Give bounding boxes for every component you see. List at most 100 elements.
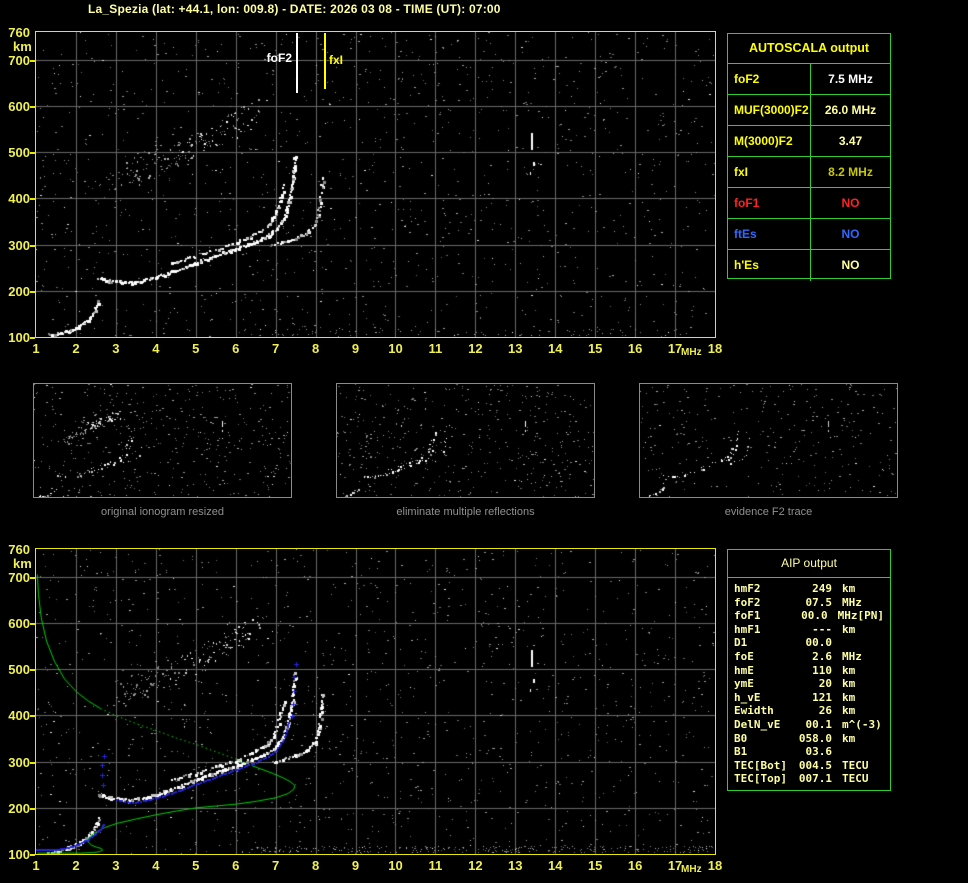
aip-row-hmf2: hmF2 249 km xyxy=(734,582,886,596)
aip-note xyxy=(884,650,886,664)
autoscala-row-hes: h'Es NO xyxy=(728,250,890,281)
bottom-ionogram-canvas xyxy=(36,549,715,854)
y-tick-label: 300 xyxy=(8,237,30,253)
x-tick-label: 10 xyxy=(388,858,403,873)
parameter-value: 3.47 xyxy=(838,134,863,148)
y-axis-tick-mark xyxy=(30,105,35,108)
aip-row-tectop: TEC[Top] 007.1 TECU xyxy=(734,772,886,786)
autoscala-table-title: AUTOSCALA output xyxy=(728,34,890,64)
y-tick-label: 400 xyxy=(8,708,30,724)
aip-row-hve: h_vE 121 km xyxy=(734,691,886,705)
parameter-label: fxI xyxy=(728,157,811,187)
y-axis-tick-mark xyxy=(30,622,35,625)
aip-note xyxy=(884,704,886,718)
autoscala-row-ftes: ftEs NO xyxy=(728,219,890,250)
y-axis-tick-mark xyxy=(30,244,35,247)
thumbnail-eliminate-reflections xyxy=(336,383,595,498)
y-tick-label: 400 xyxy=(8,191,30,207)
aip-note xyxy=(884,732,886,746)
bottom-ionogram-plot-with-profile xyxy=(35,548,716,855)
parameter-value: 7.5 MHz xyxy=(828,72,873,86)
x-tick-label: 7 xyxy=(272,858,280,873)
x-tick-label: 6 xyxy=(232,341,240,356)
aip-val: 121 xyxy=(812,690,832,704)
aip-unit: km xyxy=(842,704,856,718)
y-tick-label: 100 xyxy=(8,847,30,862)
x-axis-unit-label: MHz xyxy=(681,864,702,875)
aip-name: Ewidth xyxy=(734,704,774,718)
parameter-label: foF2 xyxy=(728,64,811,94)
aip-name: B1 xyxy=(734,745,748,759)
aip-val: 00.0 xyxy=(805,636,833,650)
y-tick-label: 760 xyxy=(8,25,30,40)
autoscala-row-fof2: foF2 7.5 MHz xyxy=(728,64,890,95)
y-tick-label: 100 xyxy=(8,330,30,345)
y-axis-tick-mark xyxy=(30,290,35,293)
aip-val: 03.6 xyxy=(805,745,833,759)
aip-note: [PN] xyxy=(857,609,885,623)
aip-val: 00.0 xyxy=(801,609,828,623)
autoscala-table: AUTOSCALA output foF2 7.5 MHz MUF(3000)F2 2… xyxy=(727,33,891,281)
x-tick-label: 15 xyxy=(587,858,603,873)
aip-name: foF1 xyxy=(734,609,761,623)
y-axis-tick-mark xyxy=(30,59,35,62)
thumbnail-evidence-canvas xyxy=(640,384,897,497)
y-axis-tick-mark xyxy=(30,337,35,339)
thumbnail-original-canvas xyxy=(34,384,291,497)
y-tick-label: 200 xyxy=(8,800,30,816)
x-tick-label: 4 xyxy=(152,341,160,356)
x-tick-label: 7 xyxy=(272,341,280,356)
x-tick-label: 5 xyxy=(192,858,200,873)
autoscala-table-rows: foF2 7.5 MHz MUF(3000)F2 26.0 MHz M(3000)F2 3… xyxy=(728,64,890,281)
autoscala-row-fof1: foF1 NO xyxy=(728,188,890,219)
x-tick-label: 6 xyxy=(232,858,240,873)
aip-row-b0: B0 058.0 km xyxy=(734,732,886,746)
foF2-marker-line xyxy=(296,33,298,93)
aip-val: 2.6 xyxy=(812,649,832,663)
x-tick-label: 13 xyxy=(508,858,523,873)
parameter-label: M(3000)F2 xyxy=(728,126,811,156)
x-tick-label: 18 xyxy=(707,858,723,873)
aip-unit: TECU xyxy=(842,772,869,786)
x-tick-label: 8 xyxy=(311,858,320,873)
y-tick-label: 300 xyxy=(8,754,30,770)
aip-name: DelN_vE xyxy=(734,717,781,731)
aip-name: h_vE xyxy=(734,690,761,704)
aip-row-fof1: foF1 00.0 MHz [PN] xyxy=(734,609,886,623)
parameter-label: ftEs xyxy=(728,219,811,249)
y-axis-tick-mark xyxy=(30,576,35,579)
y-axis-tick-mark xyxy=(30,198,35,201)
aip-note xyxy=(884,718,886,732)
aip-name: hmE xyxy=(734,663,754,677)
aip-val: 00.1 xyxy=(805,717,833,731)
y-tick-label: 700 xyxy=(8,52,30,68)
aip-unit: TECU xyxy=(842,758,869,772)
aip-note xyxy=(884,623,886,637)
aip-name: B0 xyxy=(734,731,748,745)
aip-row-d1: D1 00.0 xyxy=(734,636,886,650)
aip-val: 20 xyxy=(818,677,832,691)
aip-note xyxy=(884,636,886,650)
aip-note xyxy=(884,691,886,705)
aip-row-fof2: foF2 07.5 MHz xyxy=(734,596,886,610)
parameter-value: NO xyxy=(841,258,860,272)
aip-unit: MHz xyxy=(837,609,858,623)
x-tick-label: 9 xyxy=(351,858,360,873)
y-axis-tick-mark xyxy=(30,152,35,155)
x-tick-label: 9 xyxy=(351,341,360,356)
parameter-value: NO xyxy=(841,227,860,241)
y-tick-label: 700 xyxy=(8,569,30,585)
aip-row-foe: foE 2.6 MHz xyxy=(734,650,886,664)
aip-note xyxy=(884,596,886,610)
y-axis-tick-mark xyxy=(30,854,35,856)
aip-row-hmf1: hmF1 --- km xyxy=(734,623,886,637)
aip-unit: km xyxy=(842,663,856,677)
aip-table-title: AIP output xyxy=(728,550,890,578)
y-axis-tick-mark xyxy=(30,715,35,718)
aip-note xyxy=(884,664,886,678)
x-tick-label: 11 xyxy=(428,858,443,873)
parameter-value: 8.2 MHz xyxy=(828,165,873,179)
y-tick-label: 600 xyxy=(8,98,30,114)
aip-name: D1 xyxy=(734,636,748,650)
thumbnail-caption-evidence: evidence F2 trace xyxy=(724,506,813,518)
